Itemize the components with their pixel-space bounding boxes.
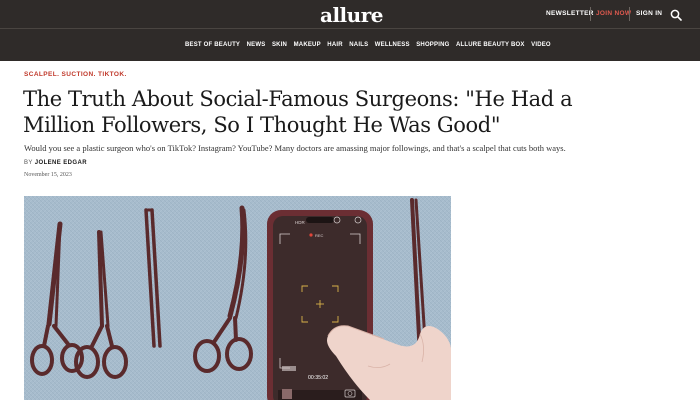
main-nav: BEST OF BEAUTY NEWS SKIN MAKEUP HAIR NAILS WEL…	[0, 30, 700, 61]
nav-list: BEST OF BEAUTY NEWS SKIN MAKEUP HAIR NAILS WEL…	[185, 41, 557, 49]
nav-item-wellness[interactable]: WELLNESS	[375, 41, 410, 49]
newsletter-link[interactable]: NEWSLETTER	[546, 9, 594, 19]
article-headline: The Truth About Social-Famous Surgeons: …	[23, 87, 573, 137]
hdr-label: HDR	[295, 220, 305, 225]
nav-item-shopping[interactable]: SHOPPING	[416, 41, 449, 49]
divider	[590, 7, 591, 21]
article-kicker[interactable]: SCALPEL. SUCTION. TIKTOK.	[24, 71, 127, 78]
sign-in-link[interactable]: SIGN IN	[636, 9, 662, 19]
record-dot-icon	[309, 233, 313, 237]
byline: BY JOLENE EDGAR	[24, 160, 87, 166]
nav-item-allure-beauty-box[interactable]: ALLURE BEAUTY BOX	[456, 41, 525, 49]
header-top-bar: allure NEWSLETTER JOIN NOW SIGN IN	[0, 0, 700, 29]
divider	[629, 7, 630, 21]
recording-timer: 00:35:02	[308, 375, 328, 381]
nav-item-hair[interactable]: HAIR	[327, 41, 342, 49]
hero-image: HDR REC 00:35:02	[24, 196, 451, 400]
rec-label: REC	[315, 233, 324, 238]
join-now-link[interactable]: JOIN NOW	[596, 9, 631, 19]
nav-item-makeup[interactable]: MAKEUP	[294, 41, 321, 49]
nav-item-news[interactable]: NEWS	[247, 41, 266, 49]
article-dek: Would you see a plastic surgeon who's on…	[24, 143, 566, 153]
site-header: allure NEWSLETTER JOIN NOW SIGN IN BEST …	[0, 0, 700, 61]
allure-logo[interactable]: allure	[320, 4, 383, 26]
author-link[interactable]: JOLENE EDGAR	[35, 160, 87, 166]
nav-item-video[interactable]: VIDEO	[531, 41, 551, 49]
byline-prefix: BY	[24, 160, 33, 166]
nav-item-best-of-beauty[interactable]: BEST OF BEAUTY	[185, 41, 240, 49]
nav-item-skin[interactable]: SKIN	[272, 41, 287, 49]
search-icon[interactable]	[670, 8, 682, 21]
nav-item-nails[interactable]: NAILS	[349, 41, 368, 49]
publish-date: November 15, 2023	[24, 172, 72, 178]
